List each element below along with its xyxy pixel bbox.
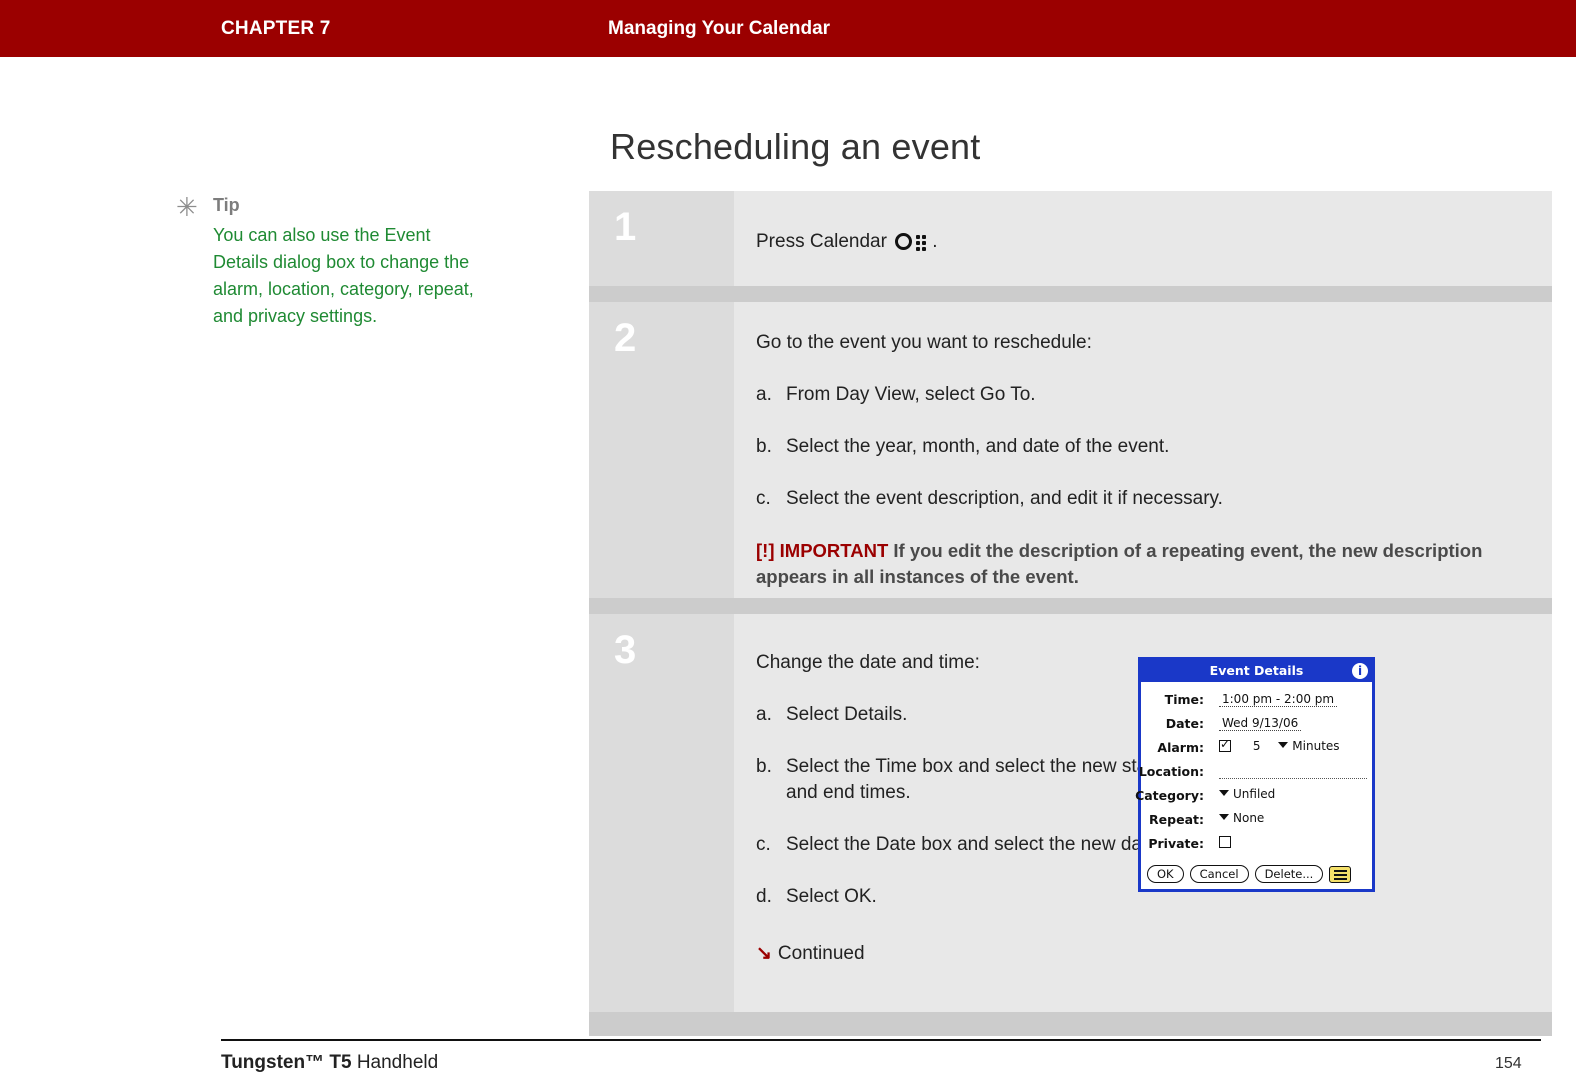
page-number: 154 — [1495, 1055, 1522, 1072]
location-label: Location: — [1138, 764, 1204, 779]
category-dropdown[interactable]: Unfiled — [1219, 787, 1275, 801]
alarm-value[interactable]: 5 — [1253, 739, 1261, 753]
substep-marker: c. — [756, 834, 771, 855]
substep-text: Select Details. — [786, 704, 908, 725]
dialog-row-private: Private: — [1141, 832, 1372, 856]
dialog-button-row: OK Cancel Delete... — [1147, 865, 1352, 883]
substep-text: Select the Time box and select the new s… — [786, 756, 1159, 803]
alarm-checkbox[interactable] — [1219, 737, 1231, 752]
step-2-substep-c: c. Select the event description, and edi… — [756, 486, 1528, 512]
step-1-number: 1 — [614, 205, 637, 249]
step-2-number-column: 2 — [589, 302, 734, 598]
step-3-substep-a: a. Select Details. — [756, 702, 1186, 728]
chevron-down-icon — [1219, 790, 1229, 796]
dialog-row-date: Date: Wed 9/13/06 — [1141, 712, 1372, 736]
ok-button[interactable]: OK — [1147, 865, 1184, 883]
substep-marker: b. — [756, 436, 772, 457]
category-label: Category: — [1135, 788, 1204, 803]
step-1-text: Press Calendar . — [756, 229, 1528, 255]
dialog-title-bar: Event Details i — [1141, 660, 1372, 682]
alarm-unit: Minutes — [1292, 739, 1340, 753]
substep-text: Select the year, month, and date of the … — [786, 436, 1170, 457]
time-value-box[interactable]: 1:00 pm - 2:00 pm — [1219, 691, 1338, 707]
time-value: 1:00 pm - 2:00 pm — [1219, 691, 1338, 707]
step-2-substep-b: b. Select the year, month, and date of t… — [756, 434, 1528, 460]
important-callout: [!] IMPORTANT If you edit the descriptio… — [756, 538, 1528, 590]
dialog-row-category: Category: Unfiled — [1135, 784, 1372, 808]
continued-arrow-icon: ↘ — [756, 943, 772, 964]
note-icon[interactable] — [1329, 865, 1352, 883]
step-1-content: Press Calendar . — [734, 191, 1552, 286]
tip-body: You can also use the Event Details dialo… — [213, 225, 474, 326]
important-bracket-close: ] — [768, 540, 775, 561]
substep-marker: a. — [756, 704, 772, 725]
chapter-title: Managing Your Calendar — [608, 18, 831, 39]
step-3: 3 Change the date and time: a. Select De… — [589, 614, 1552, 1012]
date-label: Date: — [1165, 716, 1204, 731]
step-2-number: 2 — [614, 316, 637, 360]
step-3-substep-d: d. Select OK. — [756, 884, 1186, 910]
chapter-label: CHAPTER 7 — [221, 18, 331, 39]
step-3-number: 3 — [614, 628, 637, 672]
time-label: Time: — [1164, 692, 1204, 707]
footer-divider — [221, 1039, 1541, 1041]
private-label: Private: — [1148, 836, 1204, 851]
private-checkbox[interactable] — [1219, 836, 1231, 848]
chevron-down-icon — [1219, 814, 1229, 820]
dialog-row-time: Time: 1:00 pm - 2:00 pm — [1141, 688, 1372, 712]
date-value-box[interactable]: Wed 9/13/06 — [1219, 715, 1302, 731]
step-2-content: Go to the event you want to reschedule: … — [734, 302, 1552, 598]
step-2: 2 Go to the event you want to reschedule… — [589, 302, 1552, 598]
repeat-label: Repeat: — [1149, 812, 1204, 827]
steps-panel: 1 Press Calendar . 2 Go to the event you… — [589, 191, 1552, 1036]
alarm-unit-dropdown[interactable]: Minutes — [1278, 739, 1340, 753]
category-value: Unfiled — [1233, 787, 1276, 801]
page-header-bar: CHAPTER 7 Managing Your Calendar — [0, 0, 1576, 57]
substep-marker: b. — [756, 756, 772, 777]
dialog-title: Event Details — [1209, 663, 1304, 678]
info-icon[interactable]: i — [1352, 663, 1368, 679]
delete-button[interactable]: Delete... — [1254, 865, 1324, 883]
substep-marker: c. — [756, 488, 771, 509]
continued-text: Continued — [777, 943, 865, 964]
cancel-button[interactable]: Cancel — [1189, 865, 1249, 883]
step-2-substep-a: a. From Day View, select Go To. — [756, 382, 1528, 408]
repeat-dropdown[interactable]: None — [1219, 811, 1264, 825]
step-1-text-after: . — [932, 231, 938, 252]
alarm-label: Alarm: — [1157, 740, 1204, 755]
substep-text: Select OK. — [786, 886, 877, 907]
asterisk-icon: ✳ — [176, 192, 198, 222]
step-1-number-column: 1 — [589, 191, 734, 286]
step-2-intro: Go to the event you want to reschedule: — [756, 332, 1092, 353]
event-details-dialog: Event Details i Time: 1:00 pm - 2:00 pm … — [1135, 657, 1375, 892]
footer-product: Tungsten™ T5 Handheld — [221, 1052, 438, 1074]
private-checkbox-wrap — [1219, 835, 1231, 849]
substep-text: Select the Date box and select the new d… — [786, 834, 1164, 855]
step-3-number-column: 3 — [589, 614, 734, 1012]
dialog-row-repeat: Repeat: None — [1141, 808, 1372, 832]
date-value: Wed 9/13/06 — [1219, 715, 1302, 731]
location-input[interactable] — [1219, 778, 1367, 779]
step-3-substep-c: c. Select the Date box and select the ne… — [756, 832, 1186, 858]
step-1-text-before: Press Calendar — [756, 231, 887, 252]
repeat-value: None — [1233, 811, 1265, 825]
dialog-row-location: Location: — [1138, 760, 1372, 784]
substep-marker: a. — [756, 384, 772, 405]
alarm-controls: 5 Minutes — [1219, 737, 1340, 753]
continued-label: ↘ Continued — [756, 942, 1186, 965]
step-1: 1 Press Calendar . — [589, 191, 1552, 286]
dialog-row-alarm: Alarm: 5 Minutes — [1141, 736, 1372, 760]
step-3-substep-b: b. Select the Time box and select the ne… — [756, 754, 1186, 806]
footer-product-rest: Handheld — [351, 1052, 439, 1073]
tip-label: Tip — [213, 195, 240, 215]
substep-text: Select the event description, and edit i… — [786, 488, 1223, 509]
substep-text: From Day View, select Go To. — [786, 384, 1036, 405]
step-3-intro: Change the date and time: — [756, 652, 980, 673]
calendar-hardware-button-icon — [895, 232, 929, 252]
important-word: IMPORTANT — [779, 540, 889, 561]
substep-marker: d. — [756, 886, 772, 907]
page-title: Rescheduling an event — [610, 126, 981, 167]
footer-product-bold: Tungsten™ T5 — [221, 1052, 352, 1073]
chevron-down-icon — [1278, 742, 1289, 748]
